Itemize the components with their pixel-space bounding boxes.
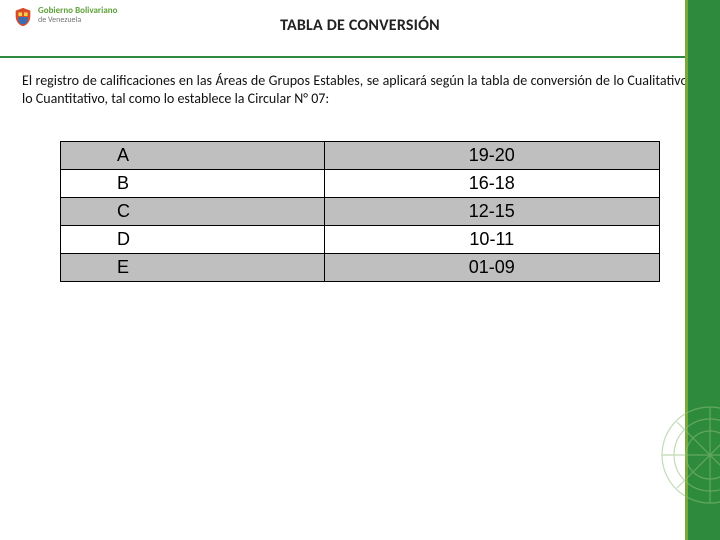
conversion-table-wrap: A19-20B16-18C12-15D10-11E01-09 [60,141,660,282]
conversion-table: A19-20B16-18C12-15D10-11E01-09 [60,141,660,282]
table-row: B16-18 [61,170,660,198]
table-row: C12-15 [61,198,660,226]
table-row: A19-20 [61,142,660,170]
side-decoration [655,395,720,515]
range-cell: 12-15 [324,198,659,226]
header: Gobierno Bolivariano de Venezuela TABLA … [0,0,720,46]
range-cell: 19-20 [324,142,659,170]
grade-cell: C [61,198,325,226]
grade-cell: D [61,226,325,254]
grade-cell: B [61,170,325,198]
range-cell: 01-09 [324,254,659,282]
logo-line1b: Bolivariano [75,5,117,16]
shield-icon [12,6,34,28]
range-cell: 10-11 [324,226,659,254]
range-cell: 16-18 [324,170,659,198]
logo-line2: de Venezuela [38,16,117,24]
gov-logo: Gobierno Bolivariano de Venezuela [12,6,117,28]
grade-cell: E [61,254,325,282]
grade-cell: A [61,142,325,170]
logo-text: Gobierno Bolivariano de Venezuela [38,6,117,24]
table-row: D10-11 [61,226,660,254]
table-row: E01-09 [61,254,660,282]
intro-paragraph: El registro de calificaciones en las Áre… [0,58,720,107]
